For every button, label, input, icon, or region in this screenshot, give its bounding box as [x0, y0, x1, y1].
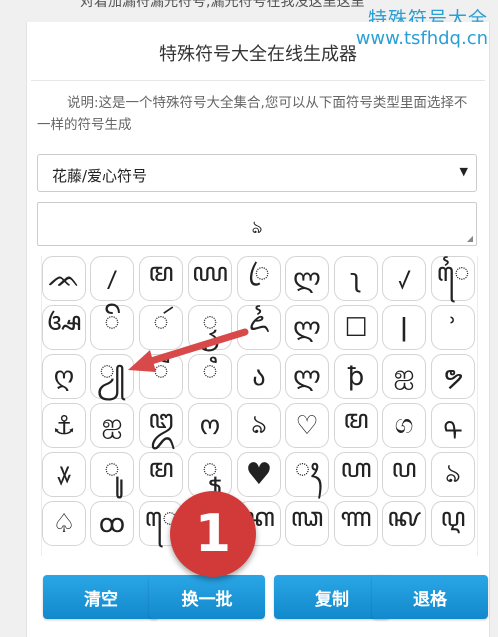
step-number-badge: 1 [170, 491, 256, 577]
